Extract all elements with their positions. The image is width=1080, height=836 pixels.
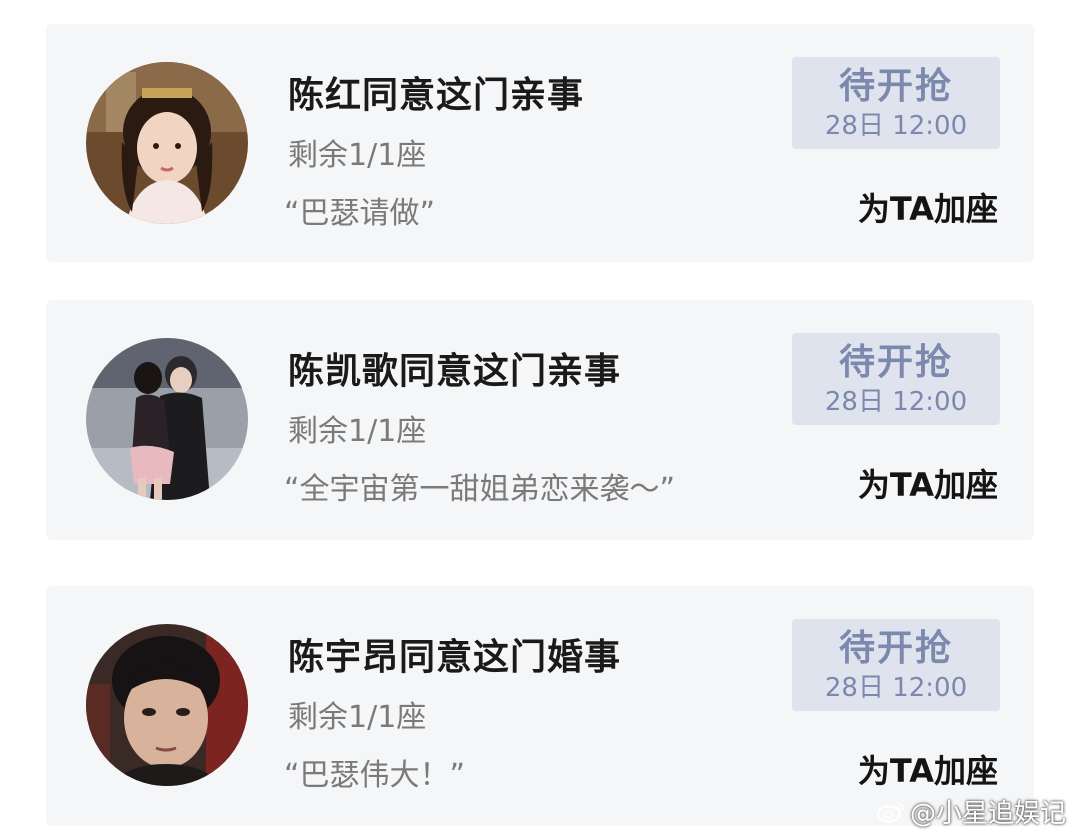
seat-card: 陈凯歌同意这门亲事 剩余1/1座 “全宇宙第一甜姐弟恋来袭～” 待开抢 28日 … xyxy=(46,300,1034,540)
card-quote: “巴瑟伟大！” xyxy=(284,758,466,793)
watermark: @小星追娱记 xyxy=(876,793,1066,830)
seats-remaining: 剩余1/1座 xyxy=(288,414,427,449)
avatar-photo-icon xyxy=(86,62,248,224)
add-seat-button[interactable]: 为TA加座 xyxy=(858,746,998,792)
grab-button[interactable]: 待开抢 28日 12:00 xyxy=(792,619,1000,711)
card-quote: “巴瑟请做” xyxy=(284,196,436,231)
avatar-photo-icon xyxy=(86,338,248,500)
avatar-photo-icon xyxy=(86,624,248,786)
grab-button-label: 待开抢 xyxy=(838,628,953,669)
card-title: 陈凯歌同意这门亲事 xyxy=(288,351,622,392)
weibo-icon xyxy=(876,799,906,830)
avatar xyxy=(86,338,248,500)
add-seat-button[interactable]: 为TA加座 xyxy=(858,460,998,506)
card-title: 陈宇昂同意这门婚事 xyxy=(288,637,622,678)
grab-button-time: 28日 12:00 xyxy=(824,673,968,703)
seats-remaining: 剩余1/1座 xyxy=(288,700,427,735)
seats-remaining: 剩余1/1座 xyxy=(288,138,427,173)
grab-button-time: 28日 12:00 xyxy=(824,111,968,141)
seat-card: 陈宇昂同意这门婚事 剩余1/1座 “巴瑟伟大！” 待开抢 28日 12:00 为… xyxy=(46,586,1034,826)
grab-button[interactable]: 待开抢 28日 12:00 xyxy=(792,333,1000,425)
seat-card: 陈红同意这门亲事 剩余1/1座 “巴瑟请做” 待开抢 28日 12:00 为TA… xyxy=(46,24,1034,262)
watermark-text: @小星追娱记 xyxy=(909,799,1066,829)
add-seat-button[interactable]: 为TA加座 xyxy=(858,184,998,230)
grab-button[interactable]: 待开抢 28日 12:00 xyxy=(792,57,1000,149)
grab-button-label: 待开抢 xyxy=(838,342,953,383)
avatar xyxy=(86,62,248,224)
card-quote: “全宇宙第一甜姐弟恋来袭～” xyxy=(284,472,676,507)
grab-button-time: 28日 12:00 xyxy=(824,387,968,417)
card-title: 陈红同意这门亲事 xyxy=(288,75,585,116)
grab-button-label: 待开抢 xyxy=(838,66,953,107)
avatar xyxy=(86,624,248,786)
